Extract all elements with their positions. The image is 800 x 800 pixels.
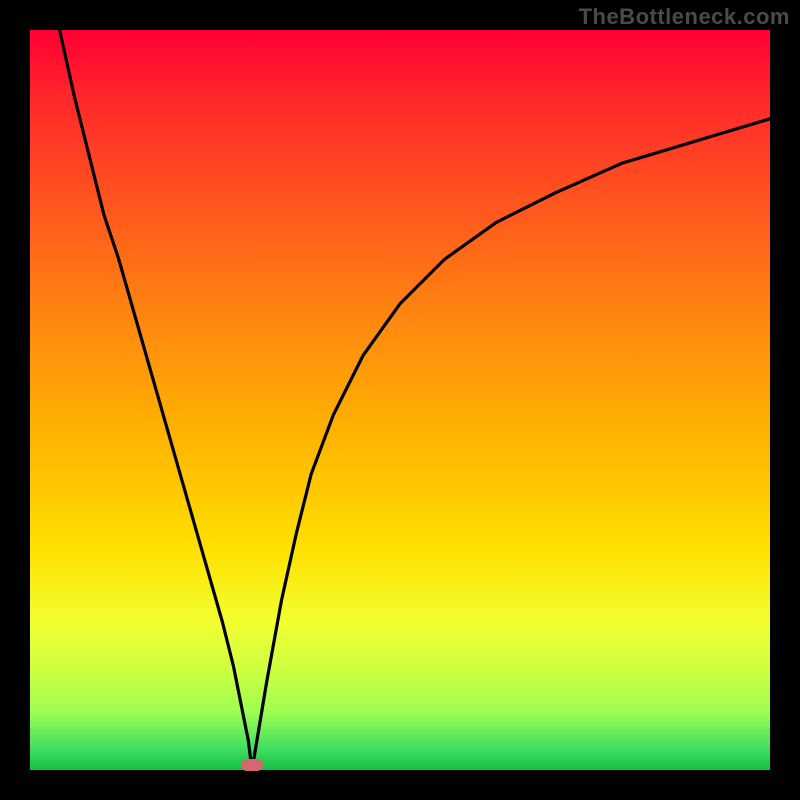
- valley-marker: [241, 759, 263, 771]
- bottleneck-curve: [30, 30, 770, 770]
- curve-path: [60, 30, 770, 770]
- plot-area: [30, 30, 770, 770]
- chart-frame: TheBottleneck.com: [0, 0, 800, 800]
- watermark-text: TheBottleneck.com: [579, 4, 790, 30]
